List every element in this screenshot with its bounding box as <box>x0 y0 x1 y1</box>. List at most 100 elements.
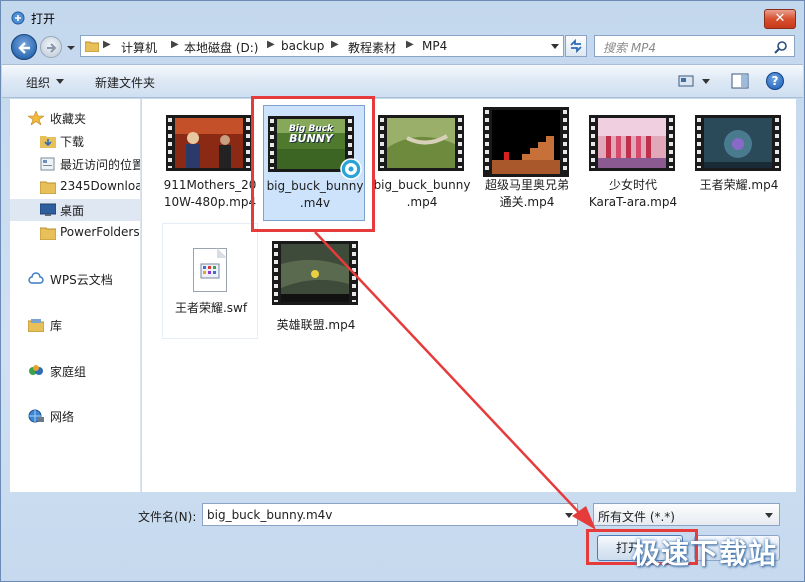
file-item[interactable]: 王者荣耀.mp4 <box>691 105 787 221</box>
chevron-down-icon[interactable] <box>56 79 64 84</box>
swf-file-icon <box>193 248 227 292</box>
nav-item-desktop[interactable]: 桌面 <box>10 199 140 221</box>
video-thumbnail <box>589 115 675 171</box>
thumbnail-title: BUNNY <box>289 132 333 145</box>
file-list: 911Mothers_20 10W-480p.mp4 Big Buck BUNNY <box>142 99 796 492</box>
thumbnail-frame <box>598 118 666 168</box>
file-item[interactable]: 超级马里奥兄弟 通关.mp4 <box>479 105 575 221</box>
crumb-separator-icon: ▶ <box>171 39 179 50</box>
filename-value: big_buck_bunny.m4v <box>207 508 333 522</box>
filename-label: 文件名(N): <box>138 510 197 524</box>
file-type-select[interactable]: 所有文件 (*.*) <box>593 503 780 526</box>
nav-item-downloads[interactable]: 下载 <box>10 130 140 152</box>
watermark: 极速下载站 <box>632 537 778 570</box>
film-strip <box>272 241 358 305</box>
file-name: 英雄联盟.mp4 <box>276 318 356 332</box>
search-input[interactable]: 搜索 MP4 <box>594 35 795 57</box>
refresh-icon <box>570 38 582 54</box>
file-name: big_buck_bunny .mp4 <box>373 178 471 209</box>
recent-pages-dropdown-icon[interactable] <box>66 43 76 53</box>
video-thumbnail <box>272 241 358 305</box>
library-icon <box>28 319 44 332</box>
app-icon <box>11 11 25 25</box>
address-bar[interactable]: ▶ 计算机 ▶ 本地磁盘 (D:) ▶ backup ▶ 教程素材 ▶ MP4 <box>80 35 564 57</box>
nav-item-homegroup[interactable]: 家庭组 <box>10 360 140 382</box>
crumb-separator-icon: ▶ <box>103 39 111 50</box>
media-player-icon <box>340 158 362 180</box>
thumbnail-frame <box>704 118 772 168</box>
nav-item-label: 下载 <box>60 135 85 149</box>
preview-pane-icon[interactable] <box>731 73 749 89</box>
nav-item-powerfolders[interactable]: PowerFolders <box>10 222 140 244</box>
file-name: 911Mothers_20 10W-480p.mp4 <box>163 178 257 209</box>
video-thumbnail <box>378 115 464 171</box>
nav-item-network[interactable]: 网络 <box>10 405 140 427</box>
file-item[interactable]: big_buck_bunny .mp4 <box>374 105 470 221</box>
nav-item-label: 家庭组 <box>50 365 87 379</box>
open-file-dialog: 打开 ✕ ▶ 计算机 ▶ 本地磁盘 (D:) ▶ backup ▶ 教程素材 ▶… <box>0 0 805 582</box>
filename-input[interactable]: big_buck_bunny.m4v <box>202 503 578 526</box>
folder-icon <box>40 181 56 194</box>
nav-item-recent[interactable]: 最近访问的位置 <box>10 153 140 175</box>
homegroup-icon <box>29 365 43 375</box>
recent-places-icon <box>40 157 55 171</box>
navigation-pane: 收藏夹 下载 最近访问的位置 2345Downloads 桌面 PowerFol… <box>10 99 141 492</box>
organize-button[interactable]: 组织 <box>26 74 50 91</box>
nav-item-label: PowerFolders <box>60 225 140 239</box>
video-thumbnail <box>166 115 252 171</box>
crumb-separator-icon: ▶ <box>406 39 414 50</box>
chevron-down-icon[interactable] <box>565 513 573 518</box>
video-thumbnail <box>483 107 569 177</box>
breadcrumb-computer[interactable]: 计算机 <box>121 39 157 56</box>
film-strip <box>695 115 781 171</box>
nav-item-libraries[interactable]: 库 <box>10 314 140 336</box>
file-item[interactable]: 王者荣耀.swf <box>162 223 258 339</box>
crumb-separator-icon: ▶ <box>267 39 275 50</box>
nav-item-wps-cloud[interactable]: WPS云文档 <box>10 268 140 290</box>
breadcrumb-drive[interactable]: 本地磁盘 (D:) <box>184 39 258 56</box>
search-icon[interactable] <box>774 40 788 54</box>
film-strip <box>483 107 569 177</box>
chevron-down-icon[interactable] <box>702 79 710 84</box>
back-button[interactable] <box>11 34 37 60</box>
thumbnail-frame <box>281 244 349 302</box>
nav-item-favorites[interactable]: 收藏夹 <box>10 107 140 129</box>
nav-item-label: WPS云文档 <box>50 273 113 287</box>
star-icon <box>28 111 44 125</box>
search-placeholder: 搜索 MP4 <box>603 41 657 55</box>
breadcrumb-backup[interactable]: backup <box>281 39 324 53</box>
video-thumbnail <box>695 115 781 171</box>
title-bar: 打开 ✕ <box>1 1 804 33</box>
file-name: big_buck_bunny .m4v <box>266 179 364 210</box>
thumbnail-frame <box>175 118 243 168</box>
refresh-button[interactable] <box>565 35 587 57</box>
nav-item-label: 库 <box>50 319 63 333</box>
network-icon <box>28 409 44 423</box>
desktop-icon <box>40 203 56 216</box>
chevron-down-icon <box>765 513 773 518</box>
thumbnail-frame <box>492 110 560 174</box>
view-options-icon[interactable] <box>678 74 694 88</box>
forward-button[interactable] <box>40 36 62 58</box>
close-button[interactable]: ✕ <box>764 9 796 29</box>
command-bar: 组织 新建文件夹 ? <box>2 64 803 98</box>
help-icon[interactable]: ? <box>766 72 784 90</box>
file-item[interactable]: 英雄联盟.mp4 <box>268 223 364 339</box>
folder-icon <box>40 227 56 240</box>
nav-item-2345downloads[interactable]: 2345Downloads <box>10 176 140 198</box>
film-strip <box>589 115 675 171</box>
breadcrumb-tutorial[interactable]: 教程素材 <box>348 39 396 56</box>
film-strip <box>166 115 252 171</box>
new-folder-button[interactable]: 新建文件夹 <box>95 74 155 91</box>
file-item[interactable]: 少女时代 KaraT-ara.mp4 <box>585 105 681 221</box>
forward-arrow-icon <box>47 43 57 53</box>
nav-item-label: 桌面 <box>60 204 85 218</box>
window-title: 打开 <box>31 12 56 26</box>
file-item-selected[interactable]: Big Buck BUNNY big_buck_bunny .m4v <box>263 105 365 221</box>
address-dropdown-icon[interactable] <box>551 44 559 50</box>
breadcrumb-mp4[interactable]: MP4 <box>422 39 447 53</box>
file-item[interactable]: 911Mothers_20 10W-480p.mp4 <box>162 105 258 221</box>
nav-item-label: 收藏夹 <box>50 112 87 126</box>
nav-item-label: 网络 <box>50 410 75 424</box>
back-arrow-icon <box>18 42 30 54</box>
